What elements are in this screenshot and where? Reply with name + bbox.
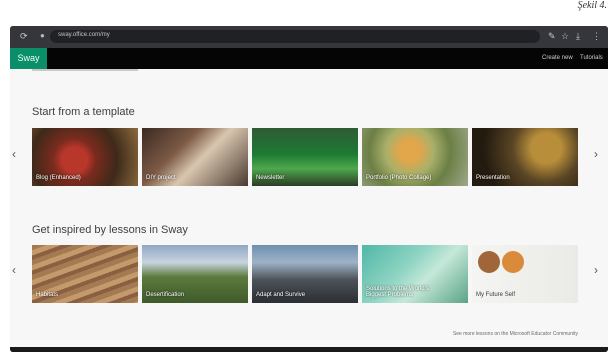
lessons-prev-arrow[interactable]: ‹ [12, 263, 16, 277]
card-label: Adapt and Survive [256, 292, 306, 298]
url-text: sway.office.com/my [58, 32, 110, 38]
templates-title: Start from a template [32, 106, 135, 118]
lesson-card-solutions[interactable]: Solutions to the World's Biggest Problem… [362, 245, 468, 303]
taskbar [10, 347, 608, 352]
extensions-icon[interactable]: ✎ [548, 31, 556, 42]
browser-toolbar: ⟳ ● sway.office.com/my ✎ ☆ ⤓ ⋮ [10, 26, 608, 48]
card-label: Presentation [476, 175, 510, 181]
screen: ⟳ ● sway.office.com/my ✎ ☆ ⤓ ⋮ Sway Crea… [10, 26, 608, 352]
sway-logo[interactable]: Sway [10, 48, 47, 69]
templates-next-arrow[interactable]: › [594, 147, 598, 161]
lesson-card-habitats[interactable]: Habitats [32, 245, 138, 303]
avatar-illustration [502, 251, 524, 273]
lesson-card-adapt[interactable]: Adapt and Survive [252, 245, 358, 303]
address-bar[interactable]: ● sway.office.com/my [40, 30, 540, 43]
main-content: Start from a template ‹ › Blog (Enhanced… [10, 69, 608, 347]
avatar-illustration [478, 251, 500, 273]
lock-icon: ● [40, 31, 45, 40]
templates-prev-arrow[interactable]: ‹ [12, 147, 16, 161]
sway-header: Sway Create new Tutorials [10, 48, 608, 69]
star-icon[interactable]: ☆ [561, 31, 569, 42]
card-label: My Future Self [476, 292, 516, 298]
lessons-title: Get inspired by lessons in Sway [32, 224, 188, 236]
template-card-presentation[interactable]: Presentation [472, 128, 578, 186]
lessons-next-arrow[interactable]: › [594, 263, 598, 277]
create-new-link[interactable]: Create new [542, 55, 573, 61]
lesson-card-desertification[interactable]: Desertification [142, 245, 248, 303]
lesson-card-future-self[interactable]: My Future Self [472, 245, 578, 303]
download-icon[interactable]: ⤓ [576, 31, 580, 42]
card-label: Portfolio (Photo Collage) [366, 175, 432, 181]
card-label: Solutions to the World's Biggest Problem… [366, 286, 429, 298]
template-card-blog[interactable]: Blog (Enhanced) [32, 128, 138, 186]
template-card-diy[interactable]: DIY project [142, 128, 248, 186]
card-label: Newsletter [256, 175, 285, 181]
menu-icon[interactable]: ⋮ [592, 31, 601, 42]
reload-icon[interactable]: ⟳ [20, 31, 28, 42]
figure-caption: Şekil 4. [577, 0, 607, 11]
template-card-portfolio[interactable]: Portfolio (Photo Collage) [362, 128, 468, 186]
lessons-row: Habitats Desertification Adapt and Survi… [32, 245, 580, 303]
template-card-newsletter[interactable]: Newsletter [252, 128, 358, 186]
card-label: Habitats [36, 292, 59, 298]
card-label: Blog (Enhanced) [36, 175, 81, 181]
divider [32, 69, 138, 71]
tutorials-link[interactable]: Tutorials [580, 55, 603, 61]
more-lessons-link[interactable]: See more lessons on the Microsoft Educat… [453, 331, 578, 337]
templates-row: Blog (Enhanced) DIY project Newsletter P… [32, 128, 580, 186]
card-label: Desertification [146, 292, 185, 298]
card-label: DIY project [146, 175, 176, 181]
